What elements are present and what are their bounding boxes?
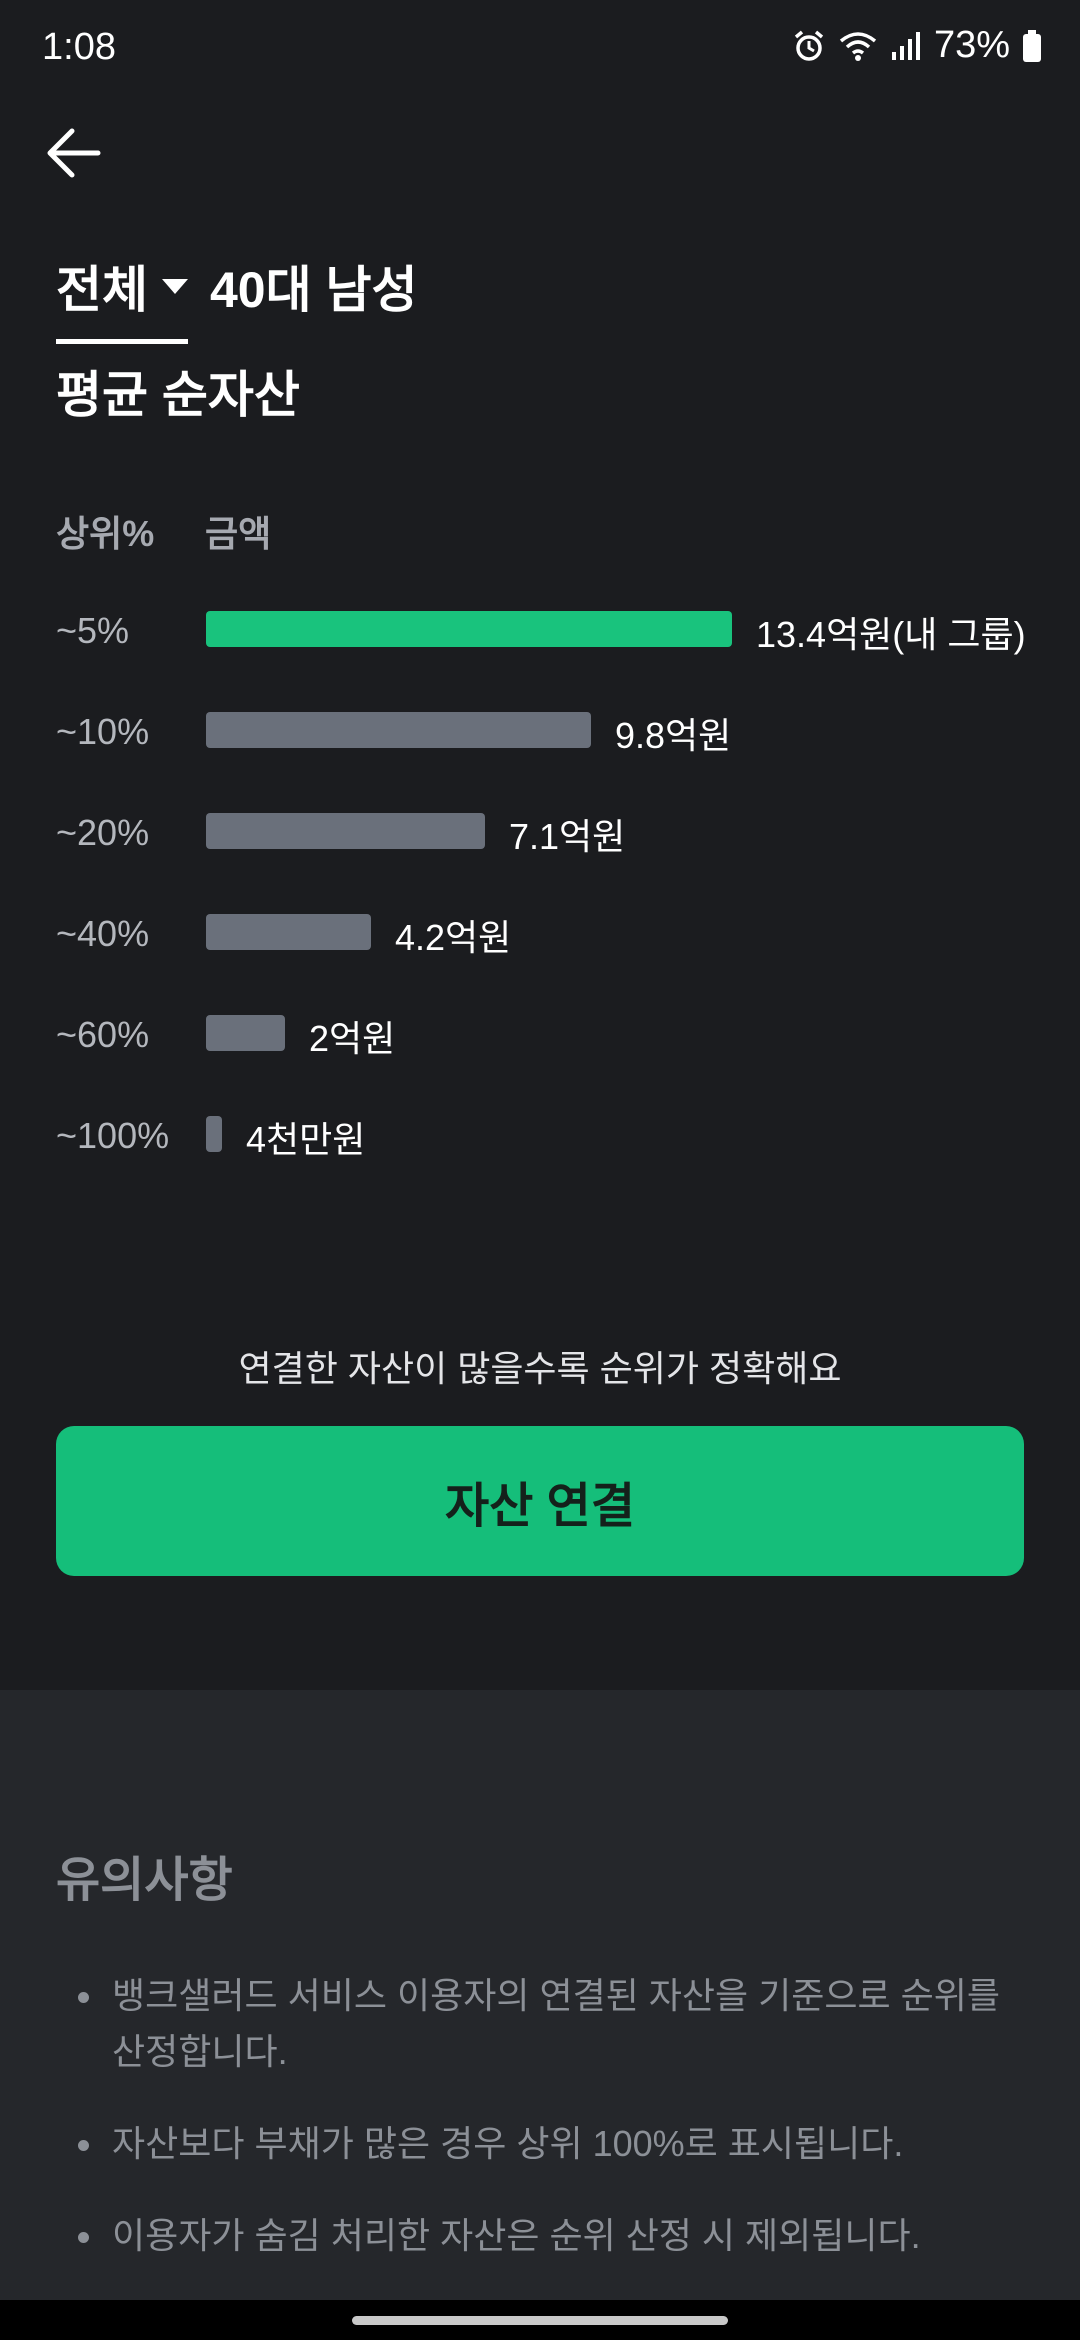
navigation-bar bbox=[0, 2300, 1080, 2340]
notice-text: 뱅크샐러드 서비스 이용자의 연결된 자산을 기준으로 순위를 산정합니다. bbox=[112, 1975, 1001, 2072]
rank-label: ~100% bbox=[56, 1115, 170, 1156]
amount-value: 9.8억원 bbox=[615, 715, 732, 756]
amount-bar bbox=[206, 1116, 222, 1152]
amount-bar bbox=[206, 611, 732, 647]
amount-bar bbox=[206, 813, 485, 849]
rank-label: ~60% bbox=[56, 1014, 150, 1055]
bullet-dot bbox=[78, 2140, 89, 2151]
amount-bar bbox=[206, 1015, 285, 1051]
signal-icon bbox=[890, 30, 922, 62]
amount-value: 7.1억원 bbox=[509, 816, 626, 857]
home-handle[interactable] bbox=[352, 2316, 728, 2325]
bullet-dot bbox=[78, 2232, 89, 2243]
battery-icon bbox=[1022, 29, 1042, 63]
rank-row: ~100% 4천만원 bbox=[0, 1106, 1080, 1166]
bullet-dot bbox=[78, 1992, 89, 2003]
amount-bar bbox=[206, 914, 371, 950]
page-title: 평균 순자산 bbox=[56, 367, 300, 423]
rank-row: ~40% 4.2억원 bbox=[0, 904, 1080, 964]
connect-assets-label: 자산 연결 bbox=[445, 1480, 635, 1533]
amount-value: 4.2억원 bbox=[395, 917, 512, 958]
notice-item: 뱅크샐러드 서비스 이용자의 연결된 자산을 기준으로 순위를 산정합니다. bbox=[56, 1968, 1016, 2080]
column-header-amount: 금액 bbox=[205, 513, 272, 554]
filter-dropdown[interactable]: 전체 bbox=[56, 250, 188, 344]
notice-section: 유의사항 뱅크샐러드 서비스 이용자의 연결된 자산을 기준으로 순위를 산정합… bbox=[0, 1690, 1080, 2300]
caret-down-icon bbox=[162, 278, 188, 294]
notice-list: 뱅크샐러드 서비스 이용자의 연결된 자산을 기준으로 순위를 산정합니다. 자… bbox=[56, 1968, 1016, 2300]
rank-label: ~10% bbox=[56, 711, 150, 752]
column-header-rank: 상위% bbox=[56, 513, 155, 554]
amount-value: 13.4억원(내 그룹) bbox=[756, 614, 1026, 655]
status-time: 1:08 bbox=[42, 26, 116, 68]
rank-row: ~10% 9.8억원 bbox=[0, 702, 1080, 762]
rank-row: ~20% 7.1억원 bbox=[0, 803, 1080, 863]
alarm-icon bbox=[792, 29, 826, 63]
battery-percent: 73% bbox=[933, 24, 1010, 66]
filter-row: 전체 40대 남성 bbox=[56, 250, 418, 344]
amount-value: 4천만원 bbox=[246, 1119, 366, 1160]
filter-underline bbox=[56, 339, 188, 344]
notice-text: 자산보다 부채가 많은 경우 상위 100%로 표시됩니다. bbox=[112, 2123, 904, 2164]
status-icons: 73% bbox=[792, 24, 1042, 67]
notice-item: 이용자가 숨김 처리한 자산은 순위 산정 시 제외됩니다. bbox=[56, 2208, 1016, 2264]
hint-text: 연결한 자산이 많을수록 순위가 정확해요 bbox=[238, 1348, 842, 1389]
rank-row: ~60% 2억원 bbox=[0, 1005, 1080, 1065]
back-arrow-icon bbox=[44, 123, 104, 188]
rank-row: ~5% 13.4억원(내 그룹) bbox=[0, 601, 1080, 661]
wifi-icon bbox=[838, 29, 878, 63]
filter-selected: 전체 bbox=[56, 262, 148, 318]
group-label: 40대 남성 bbox=[210, 262, 418, 318]
rank-label: ~20% bbox=[56, 812, 150, 853]
status-bar: 1:08 73% bbox=[0, 0, 1080, 100]
rank-label: ~40% bbox=[56, 913, 150, 954]
amount-bar bbox=[206, 712, 591, 748]
connect-assets-button[interactable]: 자산 연결 bbox=[56, 1426, 1024, 1576]
amount-value: 2억원 bbox=[309, 1018, 396, 1059]
notice-item: 자산보다 부채가 많은 경우 상위 100%로 표시됩니다. bbox=[56, 2116, 1016, 2172]
rank-label: ~5% bbox=[56, 610, 130, 651]
back-button[interactable] bbox=[44, 120, 134, 190]
notice-text: 이용자가 숨김 처리한 자산은 순위 산정 시 제외됩니다. bbox=[112, 2215, 921, 2256]
notice-title: 유의사항 bbox=[56, 1854, 233, 1907]
